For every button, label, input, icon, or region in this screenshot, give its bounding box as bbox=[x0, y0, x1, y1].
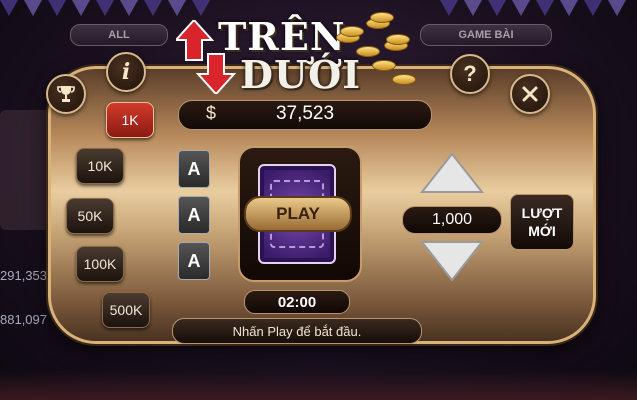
arrow-up-icon bbox=[420, 152, 484, 193]
lobby-bottom-decoration bbox=[0, 370, 637, 400]
chip-10k-button[interactable]: 10K bbox=[76, 148, 124, 184]
currency-symbol: $ bbox=[206, 103, 217, 123]
help-icon: ? bbox=[463, 61, 477, 86]
lobby-tab-all[interactable]: ALL bbox=[70, 24, 168, 46]
logo-text-duoi: DƯỚI bbox=[240, 52, 361, 97]
history-card-2: A bbox=[178, 196, 210, 234]
bunting-decoration bbox=[0, 0, 210, 22]
close-button[interactable] bbox=[510, 74, 550, 114]
lobby-tab-game-bai[interactable]: GAME BÀI bbox=[420, 24, 552, 46]
help-button[interactable]: ? bbox=[450, 54, 490, 94]
close-icon bbox=[522, 86, 538, 102]
lobby-side-value-1: 291,353 bbox=[0, 268, 47, 283]
arrow-down-icon bbox=[420, 241, 484, 282]
arrow-up-button[interactable] bbox=[420, 152, 484, 196]
play-button[interactable]: PLAY bbox=[244, 196, 352, 232]
chip-100k-button[interactable]: 100K bbox=[76, 246, 124, 282]
chip-1k-button[interactable]: 1K bbox=[106, 102, 154, 138]
history-card-1: A bbox=[178, 150, 210, 188]
hint-message: Nhấn Play để bắt đầu. bbox=[172, 318, 422, 344]
leaderboard-button[interactable] bbox=[46, 74, 86, 114]
chip-500k-button[interactable]: 500K bbox=[102, 292, 150, 328]
arrow-down-button[interactable] bbox=[420, 238, 484, 282]
info-icon: i bbox=[121, 59, 131, 85]
new-turn-button[interactable]: LƯỢT MỚI bbox=[510, 194, 574, 250]
balance-amount: 37,523 bbox=[275, 103, 335, 124]
new-turn-label-line1: LƯỢT bbox=[521, 205, 563, 221]
new-turn-label-line2: MỚI bbox=[528, 223, 556, 239]
info-button[interactable]: i bbox=[106, 52, 146, 92]
chip-50k-button[interactable]: 50K bbox=[66, 198, 114, 234]
lobby-side-game-tile[interactable] bbox=[0, 110, 50, 230]
bet-amount: 1,000 bbox=[402, 206, 502, 234]
history-card-3: A bbox=[178, 242, 210, 280]
lobby-side-value-2: 881,097 bbox=[0, 312, 47, 327]
trophy-icon bbox=[57, 86, 75, 102]
timer: 02:00 bbox=[244, 290, 350, 314]
bunting-decoration-right bbox=[440, 0, 626, 22]
